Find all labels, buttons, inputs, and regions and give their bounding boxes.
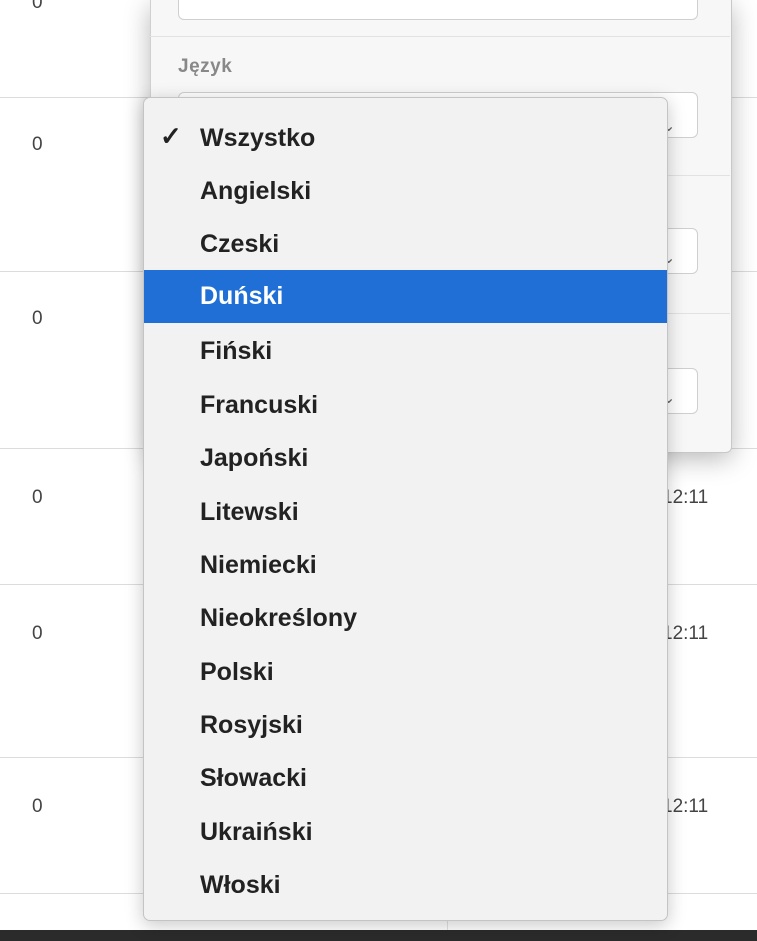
- row-time: 12:11: [662, 796, 709, 817]
- option-ukrainski[interactable]: Ukraiński: [144, 806, 667, 859]
- partial-row-count: 0: [32, 0, 43, 13]
- option-label: Wszystko: [200, 124, 316, 152]
- row-time: 12:11: [662, 623, 709, 644]
- filter-field-top[interactable]: [178, 0, 698, 20]
- option-polski[interactable]: Polski: [144, 646, 667, 699]
- option-francuski[interactable]: Francuski: [144, 379, 667, 432]
- row-count: 0: [32, 134, 43, 155]
- option-label: Słowacki: [200, 764, 307, 792]
- option-label: Angielski: [200, 177, 312, 205]
- language-dropdown-menu[interactable]: ✓ Wszystko Angielski Czeski Duński Fińsk…: [143, 97, 668, 921]
- row-count: 0: [32, 796, 43, 817]
- row-count: 0: [32, 308, 43, 329]
- option-label: Polski: [200, 658, 274, 686]
- option-slowacki[interactable]: Słowacki: [144, 752, 667, 805]
- option-finski[interactable]: Fiński: [144, 325, 667, 378]
- language-label: Język: [178, 56, 233, 77]
- option-label: Litewski: [200, 498, 299, 526]
- option-wloski[interactable]: Włoski: [144, 859, 667, 912]
- option-label: Duński: [200, 282, 284, 310]
- option-japonski[interactable]: Japoński: [144, 432, 667, 485]
- option-litewski[interactable]: Litewski: [144, 486, 667, 539]
- row-time: 12:11: [662, 487, 709, 508]
- option-label: Czeski: [200, 230, 280, 258]
- option-nieokreslony[interactable]: Nieokreślony: [144, 592, 667, 645]
- option-label: Niemiecki: [200, 551, 317, 579]
- option-label: Fiński: [200, 337, 273, 365]
- panel-divider: [150, 36, 730, 37]
- option-dunski[interactable]: Duński: [144, 270, 667, 323]
- option-label: Ukraiński: [200, 818, 313, 846]
- option-rosyjski[interactable]: Rosyjski: [144, 699, 667, 752]
- option-label: Francuski: [200, 391, 319, 419]
- option-wszystko[interactable]: ✓ Wszystko: [144, 112, 667, 165]
- option-angielski[interactable]: Angielski: [144, 165, 667, 218]
- checkmark-icon: ✓: [160, 121, 182, 151]
- option-czeski[interactable]: Czeski: [144, 218, 667, 271]
- option-label: Nieokreślony: [200, 604, 358, 632]
- bottom-bar: [0, 930, 757, 941]
- option-label: Rosyjski: [200, 711, 303, 739]
- option-label: Japoński: [200, 444, 309, 472]
- option-niemiecki[interactable]: Niemiecki: [144, 539, 667, 592]
- row-count: 0: [32, 487, 43, 508]
- option-label: Włoski: [200, 871, 281, 899]
- row-count: 0: [32, 623, 43, 644]
